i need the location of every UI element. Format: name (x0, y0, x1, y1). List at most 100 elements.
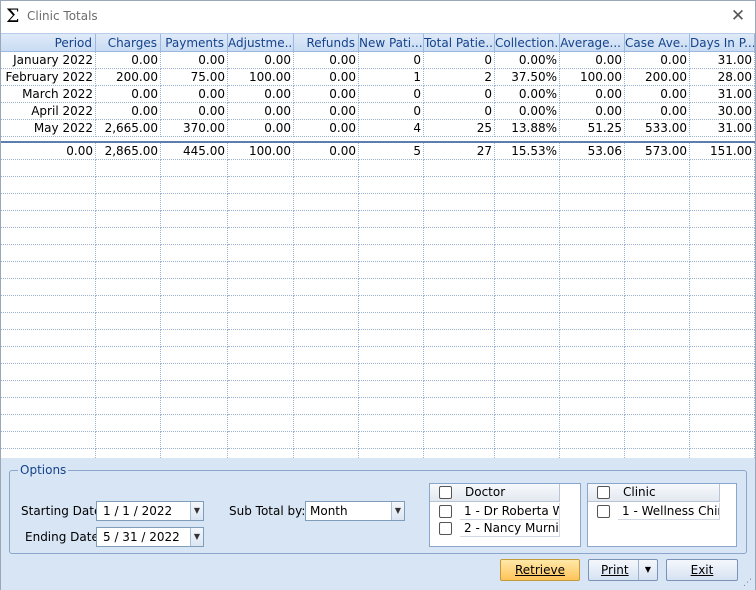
table-cell: 0.00 (294, 103, 359, 120)
empty-cell (424, 262, 495, 279)
empty-cell (690, 279, 755, 296)
doctor-select-all-checkbox[interactable] (439, 486, 452, 499)
table-cell: February 2022 (1, 69, 96, 86)
empty-cell (560, 296, 625, 313)
empty-cell (161, 330, 228, 347)
table-cell: 370.00 (161, 120, 228, 137)
column-header[interactable]: New Pati... (359, 34, 424, 53)
ending-date-field[interactable]: 5 / 31 / 2022 ▼ (96, 527, 204, 547)
empty-cell (228, 194, 294, 211)
table-cell: January 2022 (1, 52, 96, 69)
empty-cell (96, 313, 161, 330)
column-header[interactable]: Period (1, 34, 96, 53)
empty-cell (359, 228, 424, 245)
empty-cell (560, 194, 625, 211)
table-row[interactable]: February 2022 200.00 75.00 100.00 0.00 1 2 37.5… (1, 69, 755, 86)
doctor-item[interactable]: 1 - Dr Roberta W... (460, 503, 560, 520)
empty-cell (690, 330, 755, 347)
table-cell: 0.00% (495, 103, 560, 120)
empty-cell (424, 245, 495, 262)
subtotal-select[interactable]: Month ▼ (305, 501, 405, 521)
column-header[interactable]: Adjustme... (228, 34, 294, 53)
table-cell: 0.00 (228, 120, 294, 137)
clinic-list[interactable]: Clinic 1 - Wellness Chir... (587, 483, 737, 547)
chevron-down-icon[interactable]: ▼ (391, 502, 404, 520)
empty-cell (294, 364, 359, 381)
empty-cell (495, 415, 560, 432)
empty-cell (625, 381, 690, 398)
column-header[interactable]: Days In P... (690, 34, 755, 53)
column-header[interactable]: Payments (161, 34, 228, 53)
table-row[interactable]: April 2022 0.00 0.00 0.00 0.00 0 0 0.00% 0.00 0.0… (1, 103, 755, 120)
empty-cell (690, 432, 755, 449)
empty-cell (96, 415, 161, 432)
clinic-list-header: Clinic (588, 484, 720, 502)
table-cell: 75.00 (161, 69, 228, 86)
table-cell: 0 (424, 86, 495, 103)
empty-cell (359, 398, 424, 415)
column-header[interactable]: Total Patie... (424, 34, 495, 53)
empty-cell (424, 296, 495, 313)
table-cell: March 2022 (1, 86, 96, 103)
empty-cell (161, 262, 228, 279)
empty-cell (96, 160, 161, 177)
table-row[interactable]: January 2022 0.00 0.00 0.00 0.00 0 0 0.00% 0.00 0… (1, 52, 755, 69)
column-header[interactable]: Collection... (495, 34, 560, 53)
empty-cell (495, 177, 560, 194)
empty-cell (228, 262, 294, 279)
empty-cell (294, 432, 359, 449)
clinic-item[interactable]: 1 - Wellness Chir... (618, 503, 720, 520)
clinic-select-all-checkbox[interactable] (597, 486, 610, 499)
empty-cell (560, 381, 625, 398)
empty-cell (424, 432, 495, 449)
empty-row (1, 415, 755, 432)
chevron-down-icon[interactable]: ▼ (638, 560, 657, 580)
empty-cell (560, 398, 625, 415)
empty-cell (161, 194, 228, 211)
column-header[interactable]: Average... (560, 34, 625, 53)
sigma-icon: Σ (6, 5, 20, 27)
doctor-list[interactable]: Doctor 1 - Dr Roberta W... 2 - Nancy Mur… (429, 483, 581, 547)
empty-cell (359, 245, 424, 262)
doctor-list-header: Doctor (430, 484, 560, 502)
empty-cell (560, 313, 625, 330)
empty-cell (625, 245, 690, 262)
empty-row (1, 313, 755, 330)
close-icon[interactable]: ✕ (727, 5, 749, 27)
print-button[interactable]: Print ▼ (588, 559, 658, 581)
doctor-checkbox[interactable] (439, 505, 452, 518)
empty-cell (294, 160, 359, 177)
retrieve-button[interactable]: Retrieve (500, 559, 580, 581)
table-cell: 51.25 (560, 120, 625, 137)
empty-cell (690, 211, 755, 228)
table-row[interactable]: May 2022 2,665.00 370.00 0.00 0.00 4 25 13.88% 5… (1, 120, 755, 137)
empty-cell (359, 330, 424, 347)
empty-cell (625, 160, 690, 177)
column-header[interactable]: Charges (96, 34, 161, 53)
table-cell: 0.00 (96, 52, 161, 69)
empty-row (1, 347, 755, 364)
table-row[interactable]: March 2022 0.00 0.00 0.00 0.00 0 0 0.00% 0.00 0.0… (1, 86, 755, 103)
chevron-down-icon[interactable]: ▼ (190, 502, 203, 520)
doctor-checkbox[interactable] (439, 522, 452, 535)
empty-cell (625, 262, 690, 279)
empty-cell (294, 381, 359, 398)
starting-date-field[interactable]: 1 / 1 / 2022 ▼ (96, 501, 204, 521)
column-header[interactable]: Case Ave... (625, 34, 690, 53)
empty-cell (424, 177, 495, 194)
empty-cell (228, 313, 294, 330)
doctor-item[interactable]: 2 - Nancy Murnin... (460, 520, 560, 537)
resize-grip-icon[interactable]: ⋰ (743, 578, 753, 588)
empty-cell (424, 211, 495, 228)
empty-cell (690, 194, 755, 211)
chevron-down-icon[interactable]: ▼ (190, 528, 203, 546)
table-cell: 100.00 (560, 69, 625, 86)
column-header[interactable]: Refunds (294, 34, 359, 53)
table-cell: 0.00 (228, 86, 294, 103)
empty-cell (1, 194, 96, 211)
empty-cell (96, 211, 161, 228)
totals-grid[interactable]: Period Charges Payments Adjustme... Refunds N… (1, 33, 755, 458)
empty-cell (625, 228, 690, 245)
clinic-checkbox[interactable] (597, 505, 610, 518)
exit-button[interactable]: Exit (666, 559, 738, 581)
